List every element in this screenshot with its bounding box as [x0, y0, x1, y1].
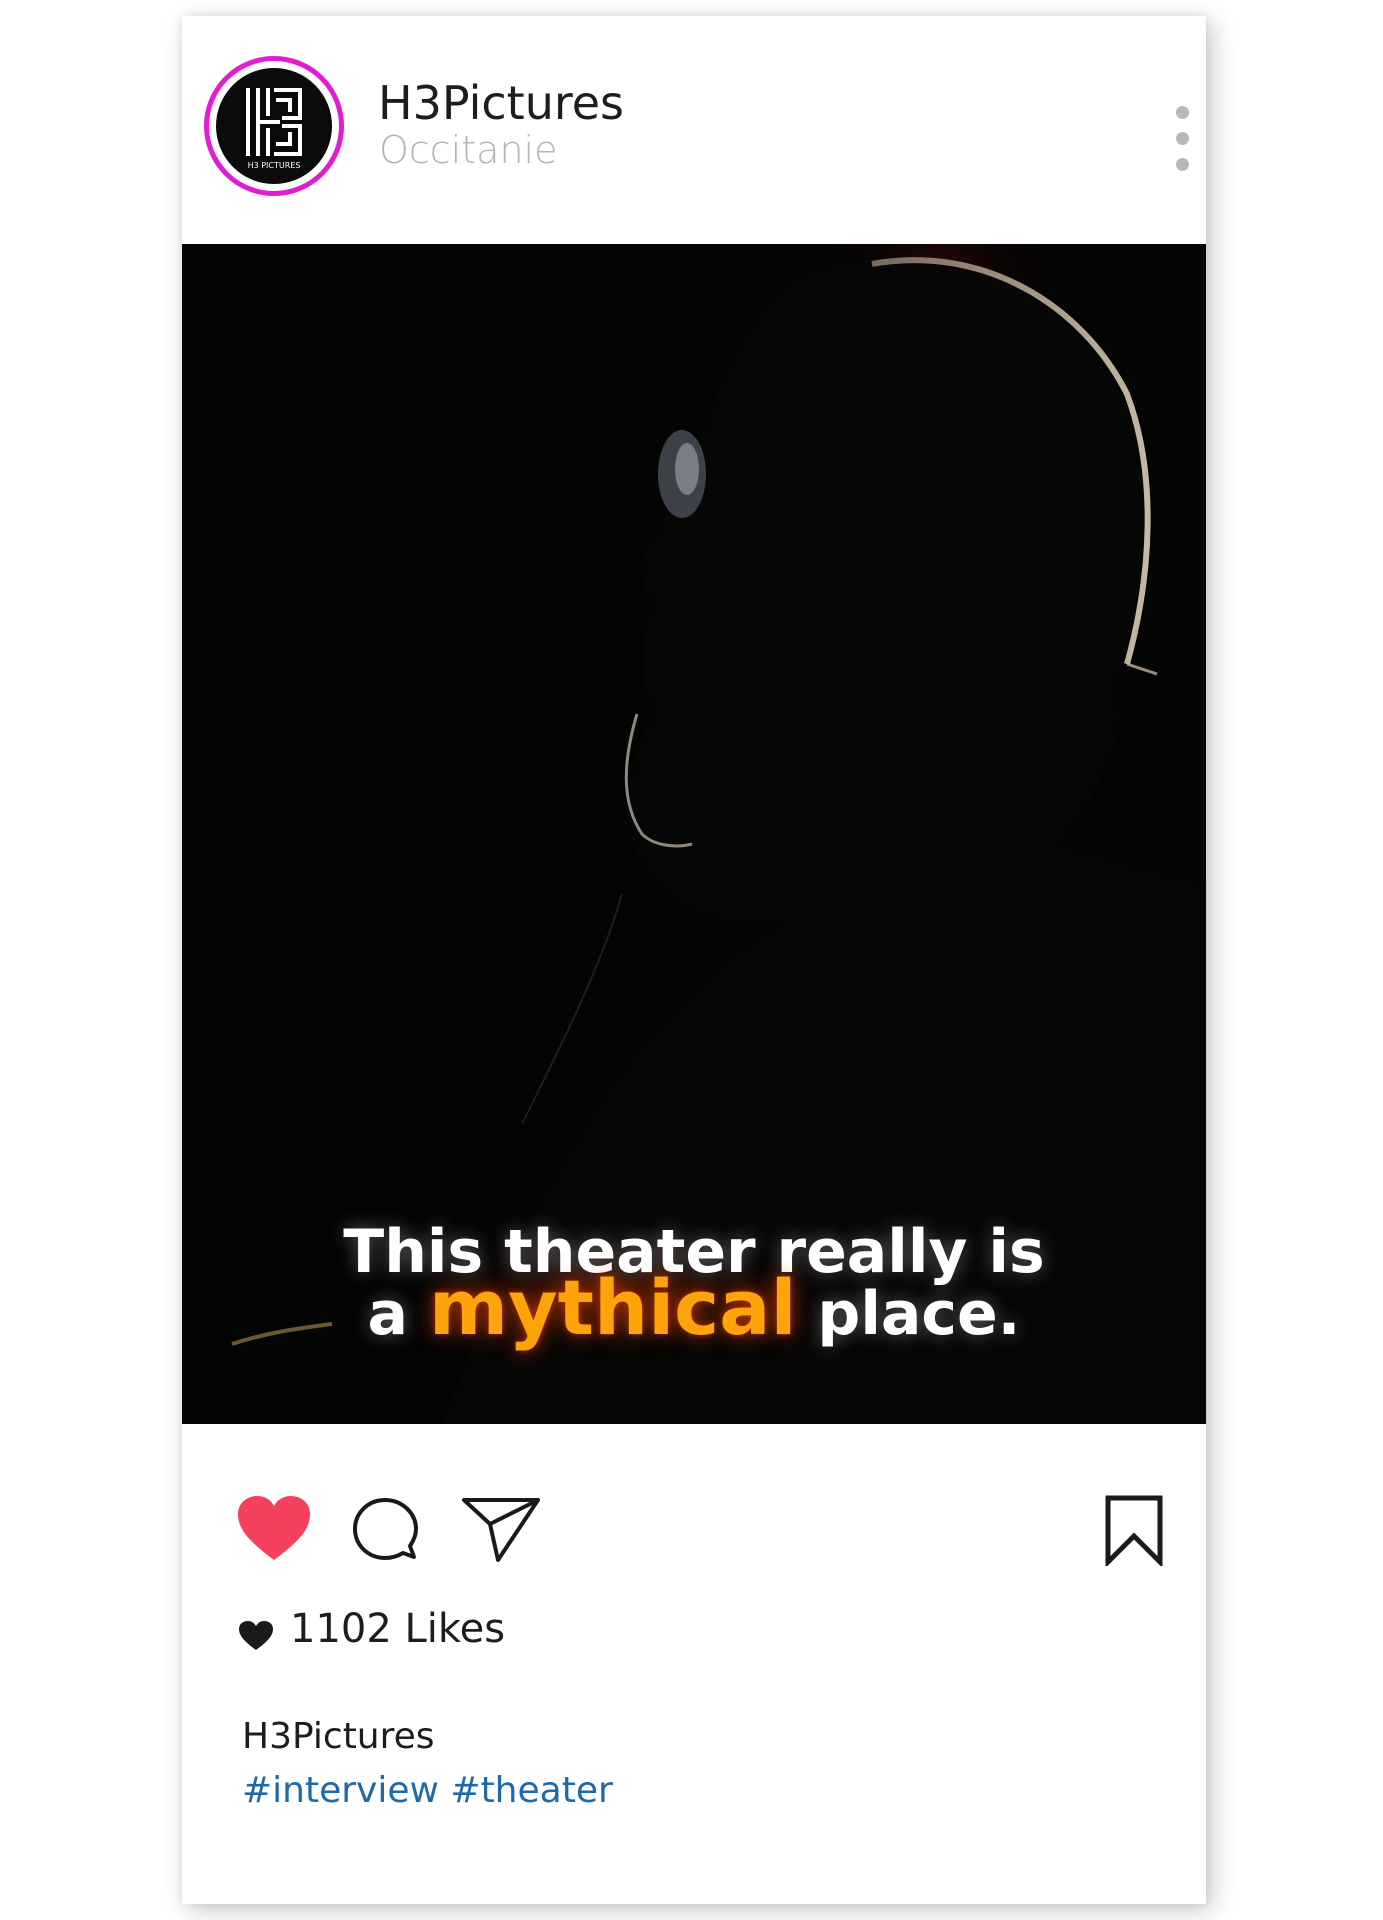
- comment-button[interactable]: [352, 1496, 418, 1562]
- comment-icon: [353, 1498, 418, 1560]
- more-vertical-icon-dot: [1176, 132, 1189, 145]
- heart-small-icon: [239, 1621, 273, 1650]
- save-button[interactable]: [1104, 1494, 1164, 1569]
- send-icon: [462, 1498, 540, 1562]
- video-caption-line-2: a mythical place.: [182, 1270, 1206, 1346]
- video-caption-accent: mythical: [428, 1263, 797, 1352]
- likes-label: 1102 Likes: [290, 1606, 506, 1652]
- avatar-logo-wordmark: H3 PICTURES: [248, 161, 301, 170]
- more-vertical-icon: [1176, 106, 1189, 119]
- heart-filled-icon: [238, 1496, 310, 1560]
- post-card: H3 PICTURES H3Pictures Occitanie This th…: [182, 16, 1206, 1904]
- post-header: H3 PICTURES H3Pictures Occitanie: [182, 16, 1206, 244]
- post-actions: [182, 1424, 1206, 1594]
- post-media[interactable]: This theater really is a mythical place.: [182, 244, 1206, 1424]
- share-button[interactable]: [460, 1494, 542, 1564]
- avatar[interactable]: H3 PICTURES: [204, 56, 344, 196]
- video-caption: This theater really is a mythical place.: [182, 1222, 1206, 1346]
- like-button[interactable]: [236, 1494, 312, 1564]
- more-options-button[interactable]: [1162, 96, 1202, 186]
- caption-username[interactable]: H3Pictures: [242, 1716, 435, 1757]
- page: H3 PICTURES H3Pictures Occitanie This th…: [0, 0, 1383, 1920]
- caption-hashtags: #interview #theater: [242, 1770, 613, 1811]
- hashtag-link[interactable]: #theater: [450, 1770, 612, 1811]
- video-caption-suffix: place.: [817, 1279, 1021, 1349]
- more-vertical-icon-dot: [1176, 158, 1189, 171]
- video-caption-prefix: a: [367, 1279, 409, 1349]
- post-username[interactable]: H3Pictures: [378, 76, 624, 130]
- avatar-logo: H3 PICTURES: [216, 68, 332, 184]
- post-location[interactable]: Occitanie: [379, 128, 557, 172]
- hashtag-link[interactable]: #interview: [242, 1770, 439, 1811]
- svg-text:H3 PICTURES: H3 PICTURES: [248, 161, 301, 170]
- bookmark-icon: [1105, 1495, 1163, 1569]
